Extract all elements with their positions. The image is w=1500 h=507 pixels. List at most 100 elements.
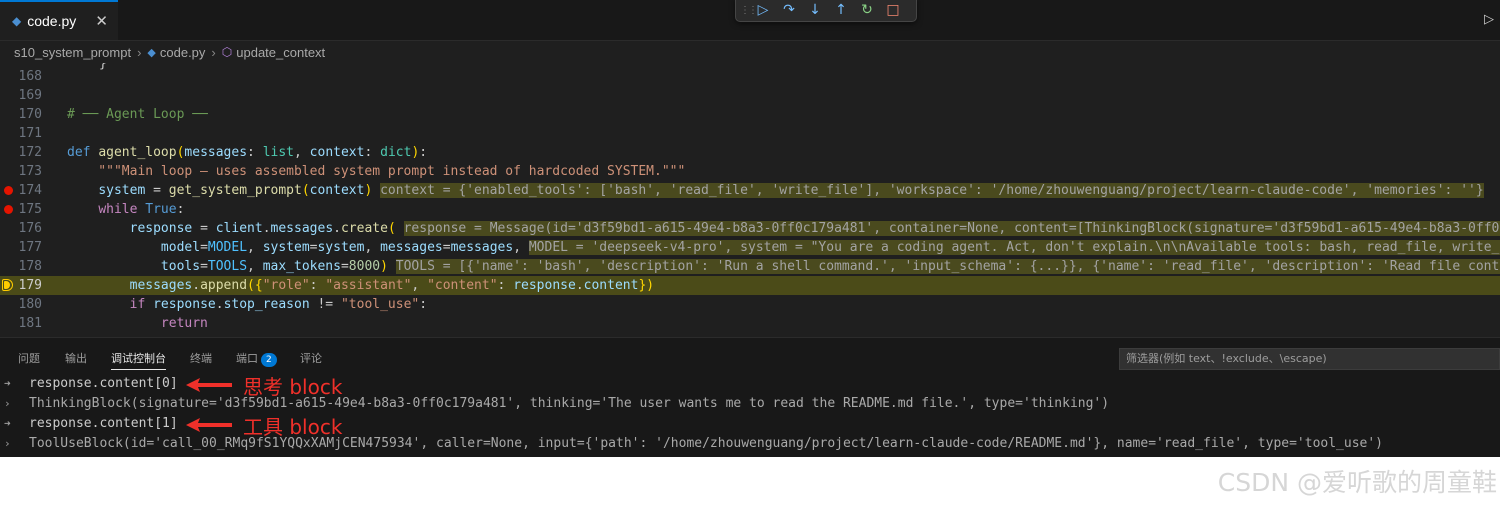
tab-problems[interactable]: 问题 — [18, 350, 40, 366]
code-editor[interactable]: } 168 169 170 # ── Agent Loop ── 171 172… — [0, 63, 1500, 337]
tab-label: code.py — [27, 13, 77, 29]
console-text: ThinkingBlock(signature='d3f59bd1-a615-4… — [29, 396, 1110, 411]
chevron-right-icon: › — [211, 44, 216, 60]
breadcrumb-symbol[interactable]: update_context — [236, 45, 325, 60]
breadcrumb-folder[interactable]: s10_system_prompt — [14, 45, 131, 60]
line-number: 175 — [18, 202, 42, 217]
tab-terminal[interactable]: 终端 — [190, 350, 212, 366]
console-filter-input[interactable]: 筛选器(例如 text、!exclude、\escape) — [1119, 348, 1500, 370]
run-icon[interactable]: ▷ — [1484, 12, 1494, 27]
tab-ports-label: 端口 — [236, 352, 258, 365]
code-line-173: 173 """Main loop — uses assembled system… — [0, 162, 1500, 181]
line-number: 180 — [18, 297, 42, 312]
gutter[interactable] — [0, 276, 18, 295]
red-arrow-icon — [186, 418, 232, 432]
code-line-174: 174 system = get_system_prompt(context) … — [0, 181, 1500, 200]
breakpoint-icon[interactable] — [4, 186, 13, 195]
line-number: 174 — [18, 183, 42, 198]
debug-toolbar: ⋮⋮ ▷ ↷ ↓ ↑ ↻ □ — [735, 0, 917, 22]
expand-chevron-icon[interactable]: › — [4, 434, 11, 454]
code-text: tools=TOOLS, max_tokens=8000) — [160, 259, 388, 274]
line-number: 176 — [18, 221, 42, 236]
drag-handle-icon[interactable]: ⋮⋮ — [740, 5, 758, 16]
code-text: while True: — [98, 202, 185, 217]
annotation-tool: 工具 block — [243, 415, 343, 439]
code-comment: # ── Agent Loop ── — [67, 107, 208, 122]
input-prompt-icon: ➜ — [4, 417, 11, 430]
current-execution-arrow-icon — [2, 279, 13, 291]
python-file-icon: ◆ — [147, 46, 156, 59]
code-line-179-current: 179 messages.append({"role": "assistant"… — [0, 276, 1500, 295]
line-number: 172 — [18, 145, 42, 160]
code-line-content: model=MODEL, system=system, messages=mes… — [67, 238, 1500, 257]
code-line-171: 171 — [0, 124, 1500, 143]
code-line-180: 180 if response.stop_reason != "tool_use… — [0, 295, 1500, 314]
chevron-right-icon: › — [137, 44, 142, 60]
code-text: if response.stop_reason != "tool_use": — [129, 297, 428, 312]
stop-icon[interactable]: □ — [880, 2, 906, 18]
code-text: response = client.messages.create( — [129, 221, 396, 236]
expand-chevron-icon[interactable]: › — [4, 394, 11, 414]
python-file-icon: ◆ — [12, 14, 22, 28]
code-docstring: """Main loop — uses assembled system pro… — [67, 164, 686, 179]
breadcrumb-file[interactable]: code.py — [160, 45, 206, 60]
code-line-168: 168 — [0, 67, 1500, 86]
step-over-icon[interactable]: ↷ — [776, 2, 802, 18]
bottom-panel: 问题 输出 调试控制台 终端 端口 2 评论 筛选器(例如 text、!exclu… — [0, 337, 1500, 457]
continue-icon[interactable]: ▷ — [750, 2, 776, 18]
tab-output[interactable]: 输出 — [65, 350, 87, 366]
vscode-window: ◆ code.py ✕ ⋮⋮ ▷ ↷ ↓ ↑ ↻ □ ▷ s10_system_… — [0, 0, 1500, 457]
input-prompt-icon: ➜ — [4, 377, 11, 390]
console-text: ToolUseBlock(id='call_00_RMq9fS1YQQxXAMj… — [29, 436, 1384, 451]
line-number: 168 — [18, 69, 42, 84]
code-text: system = get_system_prompt(context) — [98, 183, 373, 198]
inline-value: response = Message(id='d3f59bd1-a615-49e… — [403, 221, 1500, 236]
code-text: model=MODEL, system=system, messages=mes… — [160, 240, 522, 255]
line-number: 170 — [18, 107, 42, 122]
line-number: 171 — [18, 126, 42, 141]
code-line-181: 181 return — [0, 314, 1500, 333]
tab-comments[interactable]: 评论 — [300, 350, 322, 366]
code-text: messages.append({"role": "assistant", "c… — [129, 278, 655, 293]
gutter[interactable] — [0, 200, 18, 219]
inline-value: MODEL = 'deepseek-v4-pro', system = "You… — [528, 240, 1500, 255]
ports-count-badge: 2 — [261, 353, 277, 367]
console-output-line[interactable]: › ToolUseBlock(id='call_00_RMq9fS1YQQxXA… — [0, 434, 1500, 454]
step-out-icon[interactable]: ↑ — [828, 2, 854, 18]
line-number: 179 — [18, 278, 42, 293]
console-output-line[interactable]: › ThinkingBlock(signature='d3f59bd1-a615… — [0, 394, 1500, 414]
code-line-170: 170 # ── Agent Loop ── — [0, 105, 1500, 124]
console-text: response.content[1] — [29, 416, 178, 431]
breakpoint-icon[interactable] — [4, 205, 13, 214]
restart-icon[interactable]: ↻ — [854, 2, 880, 18]
line-number: 173 — [18, 164, 42, 179]
method-icon: ⬡ — [221, 45, 233, 59]
line-number: 181 — [18, 316, 42, 331]
code-line-content: system = get_system_prompt(context) cont… — [67, 181, 1484, 200]
red-arrow-icon — [186, 378, 232, 392]
close-icon[interactable]: ✕ — [95, 12, 108, 30]
console-text: response.content[0] — [29, 376, 178, 391]
panel-tabs: 问题 输出 调试控制台 终端 端口 2 评论 — [0, 338, 1100, 376]
code-text: return — [160, 316, 208, 331]
tab-debug-console[interactable]: 调试控制台 — [111, 350, 166, 370]
tab-code-py[interactable]: ◆ code.py ✕ — [0, 0, 118, 40]
line-number: 177 — [18, 240, 42, 255]
code-line-content: tools=TOOLS, max_tokens=8000) TOOLS = [{… — [67, 257, 1500, 276]
code-line-176: 176 response = client.messages.create( r… — [0, 219, 1500, 238]
code-line-169: 169 — [0, 86, 1500, 105]
code-line-177: 177 model=MODEL, system=system, messages… — [0, 238, 1500, 257]
tab-ports[interactable]: 端口 2 — [236, 350, 277, 367]
inline-value: TOOLS = [{'name': 'bash', 'description':… — [395, 259, 1500, 274]
breadcrumb: s10_system_prompt › ◆ code.py › ⬡ update… — [0, 41, 1500, 63]
tab-bar: ◆ code.py ✕ ⋮⋮ ▷ ↷ ↓ ↑ ↻ □ ▷ — [0, 0, 1500, 41]
gutter[interactable] — [0, 181, 18, 200]
code-line-172: 172 def agent_loop(messages: list, conte… — [0, 143, 1500, 162]
line-number: 178 — [18, 259, 42, 274]
code-line-175: 175 while True: — [0, 200, 1500, 219]
inline-value: context = {'enabled_tools': ['bash', 're… — [380, 183, 1484, 198]
code-text: def agent_loop(messages: list, context: … — [67, 145, 428, 160]
code-line-content: response = client.messages.create( respo… — [67, 219, 1500, 238]
step-into-icon[interactable]: ↓ — [802, 2, 828, 18]
code-line-178: 178 tools=TOOLS, max_tokens=8000) TOOLS … — [0, 257, 1500, 276]
